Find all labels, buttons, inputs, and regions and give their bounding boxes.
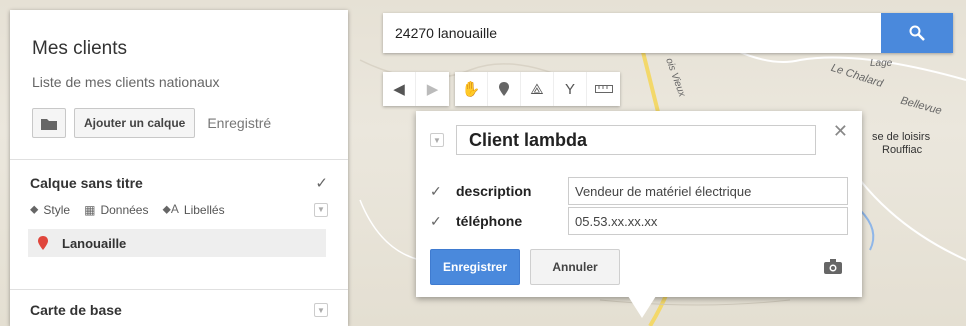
polyline-icon: ⟁ (530, 80, 544, 98)
description-checkbox[interactable]: ✓ (430, 183, 444, 200)
add-layer-button[interactable]: Ajouter un calque (74, 108, 196, 138)
panel-actions: Ajouter un calque Enregistré (32, 108, 326, 138)
description-input[interactable]: Vendeur de matériel électrique (568, 177, 848, 205)
style-label: Style (43, 202, 71, 217)
field-description: ✓ description Vendeur de matériel électr… (430, 177, 848, 205)
map-description[interactable]: Liste de mes clients nationaux (32, 74, 326, 90)
feature-info-popup: ▼ Client lambda ✕ ✓ description Vendeur … (416, 111, 862, 297)
map-editor-panel: Mes clients Liste de mes clients nationa… (10, 10, 348, 326)
layer-options-dropdown[interactable]: ▼ (314, 202, 328, 217)
table-icon: ▦ (84, 202, 96, 217)
place-item-lanouaille[interactable]: Lanouaille (28, 229, 326, 257)
search-icon (909, 25, 925, 41)
layer-visibility-checkbox[interactable]: ✓ (315, 174, 328, 192)
field-phone: ✓ téléphone 05.53.xx.xx.xx (430, 207, 848, 235)
hand-tool-button[interactable]: ✋ (455, 72, 488, 106)
history-group: ◀ ▶ (383, 72, 449, 106)
popup-pointer (628, 296, 656, 318)
paint-pin-icon: ⬥ (30, 202, 39, 216)
draw-line-button[interactable]: ⟁ (521, 72, 554, 106)
undo-icon: ◀ (393, 81, 405, 98)
undo-button[interactable]: ◀ (383, 72, 416, 106)
map-header: Mes clients Liste de mes clients nationa… (10, 10, 348, 160)
map-poi-rouffiac: Rouffiac (882, 144, 923, 156)
feature-title-field[interactable]: Client lambda (456, 125, 816, 155)
search-input[interactable] (383, 13, 881, 53)
popup-style-dropdown[interactable]: ▼ (430, 133, 444, 147)
phone-checkbox[interactable]: ✓ (430, 213, 444, 230)
description-label: description (456, 183, 532, 199)
labels-tool[interactable]: ⬥A Libellés (162, 202, 224, 217)
directions-button[interactable]: Y (554, 72, 587, 106)
draw-tools-group: ✋ ⟁ Y (455, 72, 620, 106)
map-poi-loisirs: se de loisirs (872, 131, 931, 143)
style-tool[interactable]: ⬥ Style (30, 202, 70, 217)
place-label: Lanouaille (62, 235, 127, 251)
data-label: Données (100, 202, 149, 217)
close-icon[interactable]: ✕ (833, 121, 848, 142)
camera-icon[interactable] (824, 259, 842, 279)
measure-button[interactable] (587, 72, 620, 106)
phone-label: téléphone (456, 213, 523, 229)
base-map-section: Carte de base ▼ (10, 290, 348, 318)
open-folder-button[interactable] (32, 108, 66, 138)
map-title[interactable]: Mes clients (32, 38, 326, 60)
layer-tools: ⬥ Style ▦ Données ⬥A Libellés ▼ (30, 202, 328, 217)
marker-icon (499, 82, 509, 96)
folder-icon (41, 118, 57, 130)
popup-title-row: ▼ Client lambda (430, 125, 816, 155)
layer-section: Calque sans titre ✓ ⬥ Style ▦ Données ⬥A… (10, 160, 348, 290)
saved-status: Enregistré (207, 115, 272, 131)
map-label-lage: Lage (870, 58, 893, 69)
add-marker-button[interactable] (488, 72, 521, 106)
labels-label: Libellés (183, 202, 225, 217)
redo-icon: ▶ (426, 81, 439, 98)
redo-button[interactable]: ▶ (416, 72, 449, 106)
map-toolbar: ◀ ▶ ✋ ⟁ Y (383, 72, 620, 106)
hand-icon: ✋ (461, 81, 481, 98)
data-tool[interactable]: ▦ Données (84, 203, 148, 217)
ruler-icon (594, 85, 613, 93)
base-map-dropdown[interactable]: ▼ (314, 303, 328, 317)
cancel-button[interactable]: Annuler (530, 249, 620, 285)
label-icon: ⬥A (162, 202, 179, 216)
save-button[interactable]: Enregistrer (430, 249, 520, 285)
layer-title[interactable]: Calque sans titre (30, 175, 143, 191)
phone-input[interactable]: 05.53.xx.xx.xx (568, 207, 848, 235)
search-button[interactable] (881, 13, 953, 53)
red-pin-icon (38, 236, 48, 250)
camera-icon-svg (824, 259, 842, 274)
directions-icon: Y (564, 80, 575, 98)
search-bar (383, 13, 953, 53)
base-map-title: Carte de base (30, 302, 122, 318)
